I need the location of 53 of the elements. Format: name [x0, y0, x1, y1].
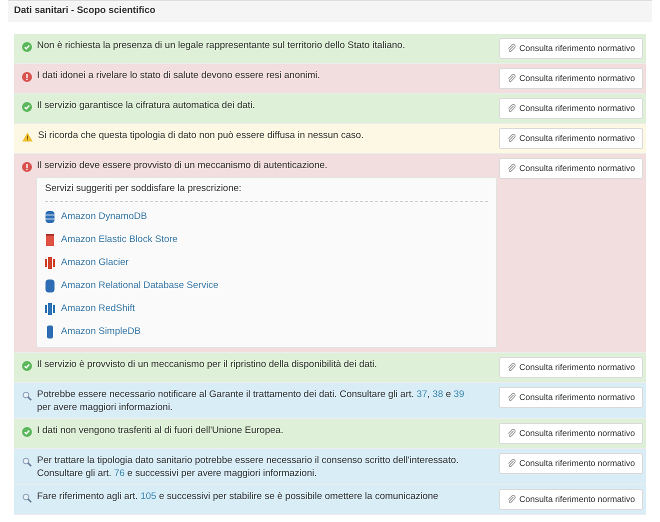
- paperclip-icon: [507, 104, 516, 113]
- paperclip-icon: [507, 164, 516, 173]
- article-link[interactable]: 37: [416, 389, 428, 400]
- paperclip-icon: [507, 459, 516, 468]
- notice-text: Fare riferimento agli art. 105 e successivi per stabilire se è possibile omettere la comunicazione: [37, 490, 438, 504]
- notice-text: Il servizio è provvisto di un meccanismo per il ripristino della disponibilità dei dati.: [37, 358, 378, 372]
- service-link[interactable]: Amazon DynamoDB: [61, 210, 148, 224]
- notice-text: Il servizio garantisce la cifratura automatica dei dati.: [37, 99, 256, 112]
- notice-text: Non è richiesta la presenza di un legale rappresentante sul territorio dello Stato italiano.: [37, 39, 406, 52]
- service-link[interactable]: Amazon Glacier: [61, 256, 129, 270]
- article-link[interactable]: 38: [432, 389, 444, 400]
- paperclip-icon: [507, 495, 516, 504]
- paperclip-icon: [507, 393, 516, 402]
- reference-button[interactable]: Consulta riferimento normativo: [499, 453, 643, 474]
- reference-button[interactable]: Consulta riferimento normativo: [499, 68, 643, 89]
- check-circle-icon: [22, 427, 32, 438]
- check-circle-icon: [22, 42, 32, 52]
- paperclip-icon: [507, 363, 516, 372]
- article-link[interactable]: 76: [114, 468, 125, 480]
- service-link[interactable]: Amazon Relational Database Service: [61, 278, 218, 293]
- notice-text: I dati non vengono trasferiti al di fuori dell'Unione Europea.: [37, 424, 284, 438]
- service-link[interactable]: Amazon SimpleDB: [61, 324, 141, 339]
- notice-text: Il servizio deve essere provvisto di un meccanismo di autenticazione.: [37, 159, 328, 172]
- reference-button[interactable]: Consulta riferimento normativo: [499, 158, 643, 179]
- paperclip-icon: [507, 74, 516, 83]
- warning-icon: [22, 132, 33, 142]
- reference-button[interactable]: Consulta riferimento normativo: [499, 357, 643, 378]
- magnifier-icon: [22, 457, 32, 468]
- notice-text: Si ricorda che questa tipologia di dato non può essere diffusa in nessun caso.: [38, 129, 364, 142]
- reference-button[interactable]: Consulta riferimento normativo: [499, 128, 643, 149]
- reference-button[interactable]: Consulta riferimento normativo: [499, 38, 643, 59]
- reference-button[interactable]: Consulta riferimento normativo: [499, 98, 643, 119]
- notice-text: Potrebbe essere necessario notificare al Garante il trattamento dei dati. Consultare gli art. 37, 38 e 39 per avere maggiori informazioni.: [37, 388, 466, 414]
- article-link[interactable]: 39: [454, 389, 464, 400]
- paperclip-icon: [507, 429, 516, 438]
- section-title: Dati sanitari - Scopo scientifico: [14, 4, 156, 18]
- reference-button[interactable]: Consulta riferimento normativo: [499, 423, 643, 444]
- paperclip-icon: [507, 44, 516, 53]
- suggestions-title: Servizi suggeriti per soddisfare la prescrizione:: [45, 182, 488, 202]
- reference-button[interactable]: Consulta riferimento normativo: [499, 489, 643, 510]
- service-link[interactable]: Amazon Elastic Block Store: [61, 232, 178, 247]
- reference-button[interactable]: Consulta riferimento normativo: [499, 387, 643, 408]
- service-link[interactable]: Amazon RedShift: [61, 302, 135, 316]
- paperclip-icon: [507, 134, 516, 143]
- notice-text: Per trattare la tipologia dato sanitario potrebbe essere necessario il consenso scritto dell'interessato. Consultare gli art. 76 e successivi per avere maggiori informazioni.: [37, 454, 460, 480]
- article-link[interactable]: 105: [140, 491, 156, 502]
- check-circle-icon: [22, 102, 32, 112]
- magnifier-icon: [22, 493, 32, 504]
- notice-text: I dati idonei a rivelare lo stato di salute devono essere resi anonimi.: [37, 69, 320, 82]
- exclamation-circle-icon: [22, 162, 32, 172]
- exclamation-circle-icon: [22, 72, 32, 82]
- magnifier-icon: [22, 391, 32, 402]
- check-circle-icon: [22, 361, 32, 372]
